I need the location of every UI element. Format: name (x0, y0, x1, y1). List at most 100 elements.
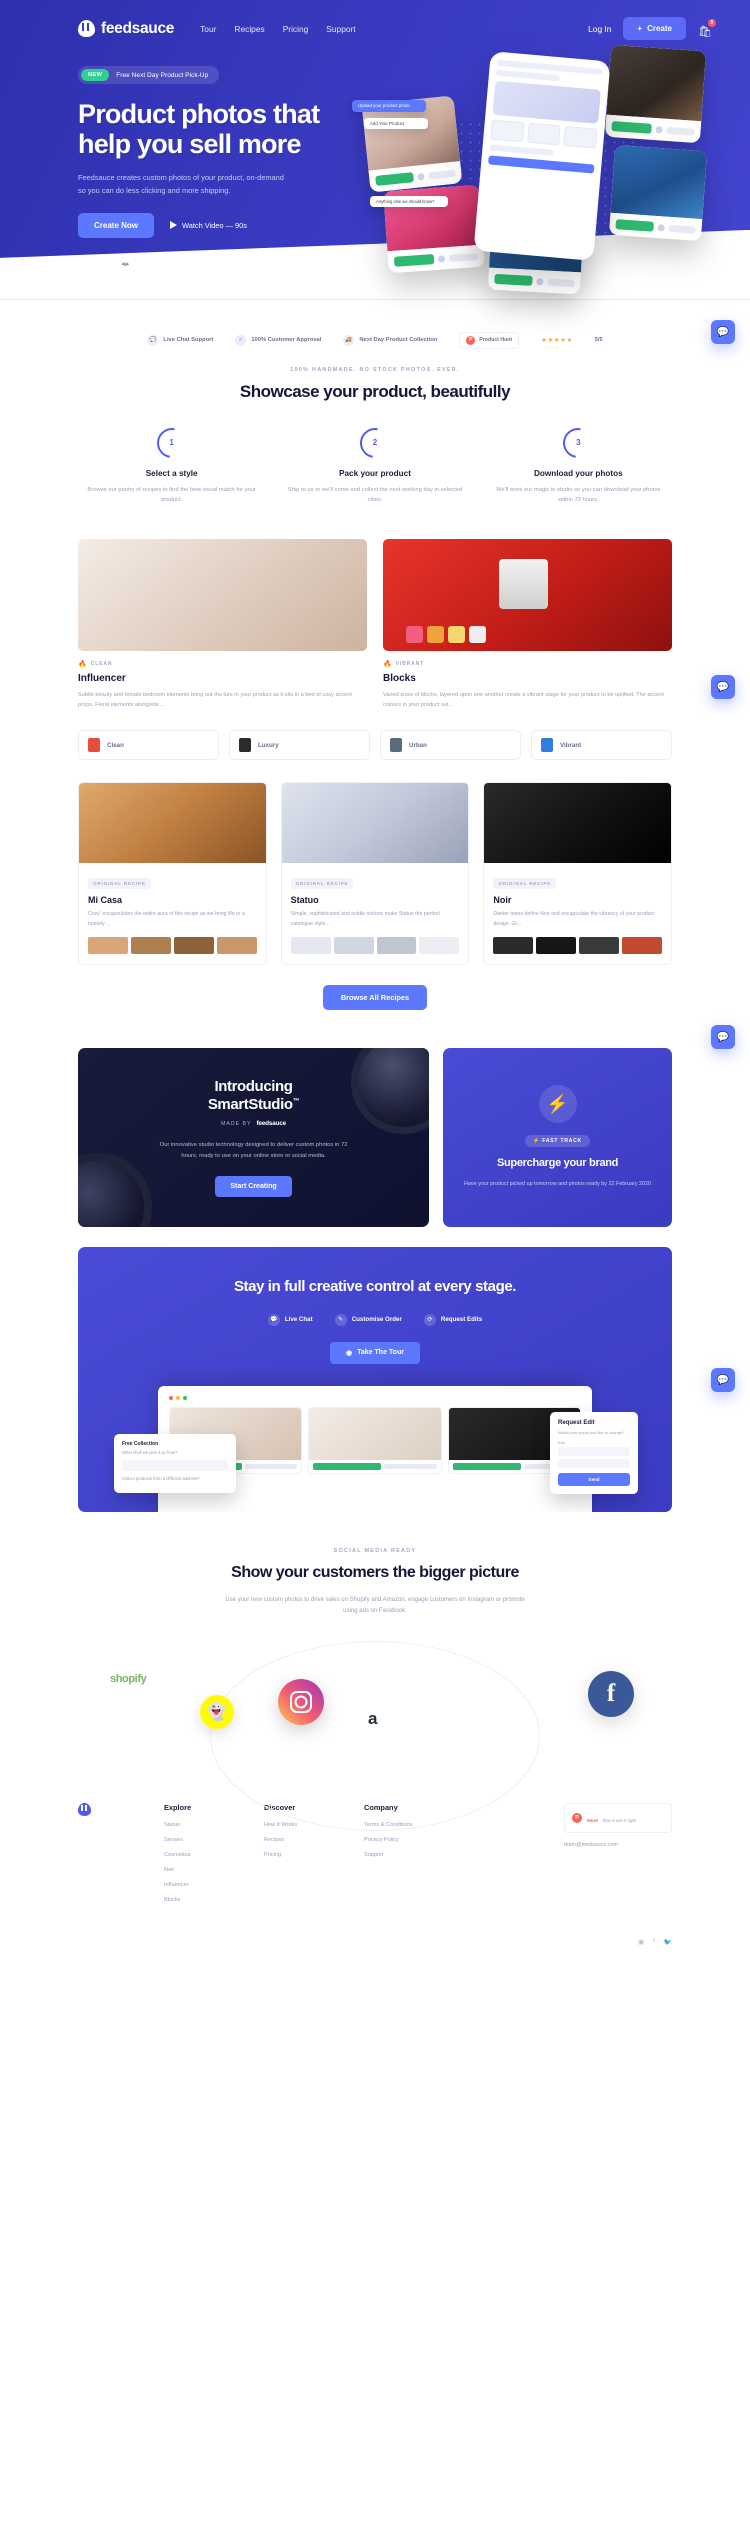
download-button-mini (615, 219, 654, 232)
recipe-body: ORIGINAL RECIPE Mi Casa Cosy' encapsulat… (79, 863, 266, 964)
chip-vibrant[interactable]: Vibrant (531, 730, 672, 761)
producthunt-footer-badge[interactable]: P More than 5 use it right (564, 1802, 672, 1833)
take-the-tour-button[interactable]: ◉ Take The Tour (330, 1341, 420, 1364)
swatch (427, 626, 445, 644)
popover-input-2[interactable] (558, 1458, 630, 1468)
chip-urban[interactable]: Urban (380, 730, 521, 761)
thumbnail[interactable] (419, 937, 460, 955)
style-filter-chips: Clean Luxury Urban Vibrant (78, 730, 672, 761)
footer-logo[interactable] (78, 1802, 136, 1912)
brand-logo[interactable]: feedsauce (78, 20, 174, 38)
feature-card-influencer[interactable]: 🔥 CLEAN Influencer Subtle beauty and fem… (78, 539, 367, 710)
watch-video-link[interactable]: Watch Video — 90s (170, 221, 247, 230)
control-heading: Stay in full creative control at every s… (233, 1278, 517, 1296)
avatar-mini (654, 125, 663, 134)
showcase-heading: Showcase your product, beautifully (239, 381, 511, 401)
thumbnail[interactable] (493, 937, 534, 955)
floating-chat-button-2[interactable]: 💬 (711, 675, 735, 699)
feature-title: Blocks (383, 673, 416, 685)
recipe-title: Statuo (290, 895, 319, 906)
footer-email[interactable]: team@feedsauce.com (564, 1842, 672, 1848)
swatch (406, 626, 424, 644)
thumbnail[interactable] (173, 937, 214, 955)
hero-cta-group: Create Now Watch Video — 90s (78, 212, 330, 238)
chip-luxury[interactable]: Luxury (229, 730, 370, 761)
footer-link-privacy[interactable]: Privacy Policy (364, 1837, 436, 1843)
footer-link-noir[interactable]: Noir (164, 1867, 236, 1873)
twitter-icon[interactable]: 🐦 (664, 1938, 672, 1946)
phone-grid-cell (526, 122, 562, 146)
footer-link-cosmetica[interactable]: Cosmetica (164, 1852, 236, 1858)
facebook-icon[interactable]: f (588, 1670, 634, 1717)
popover-input[interactable] (122, 1459, 228, 1471)
create-button[interactable]: + Create (623, 17, 686, 40)
logo-marvel: MARVEL (78, 259, 111, 270)
step-icon: 2 (354, 422, 396, 464)
label-mini (384, 1463, 437, 1469)
thumbnail[interactable] (333, 937, 374, 955)
smartstudio-card: Introducing SmartStudio™ MADE BY feedsau… (78, 1048, 430, 1228)
footer-link-blocks[interactable]: Blocks (164, 1897, 236, 1903)
create-now-button[interactable]: Create Now (78, 212, 155, 238)
swatch (448, 626, 466, 644)
nav-link-tour[interactable]: Tour (200, 24, 216, 34)
nav-link-pricing[interactable]: Pricing (283, 24, 309, 34)
browse-all-recipes-button[interactable]: Browse All Recipes (322, 985, 428, 1011)
popover-input[interactable] (558, 1446, 630, 1456)
producthunt-badge[interactable]: P Product Hunt (459, 331, 520, 349)
phone-grid-row (490, 119, 598, 149)
recipe-thumbnails (88, 937, 257, 955)
floating-chat-button-1[interactable]: 💬 (711, 320, 735, 344)
thumbnail[interactable] (579, 937, 620, 955)
instagram-icon[interactable]: ▣ (638, 1938, 644, 1946)
thumbnail[interactable] (130, 937, 171, 955)
thumbnail[interactable] (622, 937, 663, 955)
control-option-request-edits[interactable]: ⟳ Request Edits (423, 1313, 482, 1326)
recipe-card-noir[interactable]: ORIGINAL RECIPE Noir Darker tones define… (483, 782, 673, 966)
thumbnail[interactable] (536, 937, 577, 955)
control-option-live-chat[interactable]: 💬 Live Chat (267, 1313, 313, 1326)
thumbnail[interactable] (216, 937, 257, 955)
snapchat-icon[interactable]: 👻 (200, 1694, 234, 1729)
footer-link-statuo[interactable]: Statuo (164, 1822, 236, 1828)
recipe-card-statuo[interactable]: ORIGINAL RECIPE Statuo Simple, sophistic… (280, 782, 470, 966)
thumbnail[interactable] (290, 937, 331, 955)
footer-link-support[interactable]: Support (364, 1852, 436, 1858)
badge-title: More (587, 1817, 598, 1823)
recipe-thumbnails (290, 937, 460, 955)
nav-link-support[interactable]: Support (326, 24, 355, 34)
logo-hilton: Hilton (140, 259, 166, 270)
amazon-icon[interactable]: a (368, 1709, 377, 1729)
footer-link-senses[interactable]: Senses (164, 1837, 236, 1843)
chat-icon: 💬 (267, 1313, 280, 1326)
footer-link-influencer[interactable]: Influencer (164, 1882, 236, 1888)
create-button-label: Create (647, 24, 672, 33)
chip-clean[interactable]: Clean (78, 730, 219, 761)
recipe-body: ORIGINAL RECIPE Noir Darker tones define… (484, 863, 671, 964)
login-link[interactable]: Log In (588, 24, 611, 34)
footer-link-recipes[interactable]: Recipes (264, 1837, 336, 1843)
footer-link-pricing[interactable]: Pricing (264, 1852, 336, 1858)
step-number: 2 (372, 438, 378, 448)
instagram-icon[interactable] (278, 1678, 324, 1725)
shopify-icon[interactable]: shopify (110, 1673, 147, 1685)
phone-bar-short (495, 69, 560, 82)
hero-announcement-badge[interactable]: NEW Free Next Day Product Pick-Up (78, 66, 220, 84)
label-mini (449, 252, 479, 262)
feature-card-blocks[interactable]: 🔥 VIBRANT Blocks Varied sizes of blocks,… (383, 539, 672, 710)
floating-chat-button-4[interactable]: 💬 (711, 1368, 735, 1392)
recipe-card-mi-casa[interactable]: ORIGINAL RECIPE Mi Casa Cosy' encapsulat… (78, 782, 267, 966)
nav-link-recipes[interactable]: Recipes (234, 24, 264, 34)
thumbnail[interactable] (376, 937, 417, 955)
thumbnail[interactable] (88, 937, 128, 955)
popover-subtitle: Which part would you like to change? (558, 1429, 625, 1435)
control-option-customise[interactable]: ✎ Customise Order (334, 1313, 402, 1326)
facebook-icon[interactable]: f (653, 1938, 655, 1946)
logo-bat: 🦇 (121, 262, 130, 269)
label-mini (427, 169, 456, 179)
send-button[interactable]: Send (558, 1472, 630, 1486)
start-creating-button[interactable]: Start Creating (215, 1176, 292, 1198)
floating-chat-button-3[interactable]: 💬 (711, 1025, 735, 1049)
cart-button[interactable]: 🛍 0 (698, 18, 716, 37)
footer-column-explore: Explore Statuo Senses Cosmetica Noir Inf… (164, 1803, 236, 1912)
